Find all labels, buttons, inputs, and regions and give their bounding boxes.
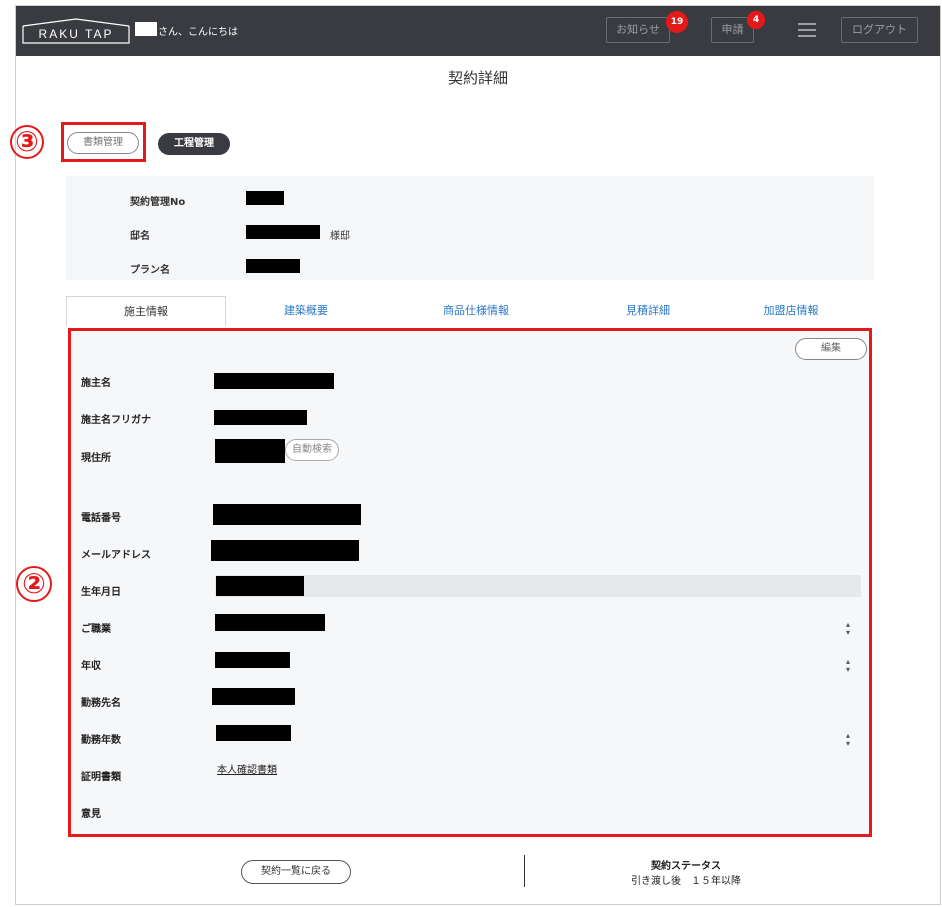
income-label: 年収 <box>81 661 101 672</box>
years-select-arrow-icon[interactable]: ▴ ▾ <box>846 732 850 748</box>
hamburger-menu-icon[interactable] <box>798 23 816 37</box>
contract-no-label: 契約管理No <box>130 197 186 208</box>
logout-button[interactable]: ログアウト <box>841 17 918 43</box>
owner-name-redacted <box>214 373 334 389</box>
annotation-box-3 <box>61 122 146 162</box>
auto-search-button[interactable]: 自動検索 <box>285 439 339 461</box>
phone-redacted <box>213 504 361 525</box>
occupation-redacted <box>215 614 325 631</box>
years-employed-redacted <box>216 725 291 741</box>
opinion-label: 意見 <box>81 809 101 820</box>
owner-kana-label: 施主名フリガナ <box>81 415 151 426</box>
income-select-arrow-icon[interactable]: ▴ ▾ <box>846 658 850 674</box>
occupation-label: ご職業 <box>81 624 111 635</box>
birthday-label: 生年月日 <box>81 587 121 598</box>
logout-label: ログアウト <box>852 23 907 36</box>
process-management-button[interactable]: 工程管理 <box>158 133 230 155</box>
tab-owner-info[interactable]: 施主情報 <box>66 296 226 326</box>
identity-docs-link[interactable]: 本人確認書類 <box>217 761 277 776</box>
employer-label: 勤務先名 <box>81 698 121 709</box>
proof-docs-label: 証明書類 <box>81 772 121 783</box>
occupation-select-arrow-icon[interactable]: ▴ ▾ <box>846 621 850 637</box>
annotation-number-2: ② <box>22 567 46 600</box>
page-title: 契約詳細 <box>447 69 508 87</box>
birthday-redacted <box>216 576 304 596</box>
years-employed-label: 勤務年数 <box>81 735 121 746</box>
house-name-suffix: 様邸 <box>330 231 350 242</box>
contract-status-title: 契約ステータス <box>651 861 721 872</box>
plan-name-label: プラン名 <box>130 265 170 276</box>
greeting-text: さん、こんにちは <box>158 27 238 38</box>
birthday-input[interactable] <box>215 575 861 597</box>
plan-name-redacted <box>246 259 300 273</box>
notice-button[interactable]: お知らせ <box>606 17 670 43</box>
email-label: メールアドレス <box>81 550 151 561</box>
email-redacted <box>211 540 359 561</box>
user-name-redacted <box>135 22 157 36</box>
owner-kana-redacted <box>214 410 307 425</box>
request-label: 申請 <box>721 23 744 36</box>
tab-product-spec[interactable]: 商品仕様情報 <box>406 296 546 326</box>
notice-count-badge: 19 <box>666 11 688 33</box>
house-name-label: 邸名 <box>130 231 150 242</box>
logo-text: RAKU TAP <box>38 27 114 41</box>
house-name-redacted <box>246 225 320 239</box>
income-redacted <box>215 652 290 668</box>
contract-no-redacted <box>246 191 284 205</box>
tab-estimate-detail[interactable]: 見積詳細 <box>578 296 718 326</box>
back-to-list-button[interactable]: 契約一覧に戻る <box>241 860 351 884</box>
owner-info-panel: 編集 施主名 施主名フリガナ 現住所 自動検索 電話番号 メールアドレス 生年月… <box>68 328 872 837</box>
edit-button[interactable]: 編集 <box>795 338 867 360</box>
annotation-number-3: ③ <box>15 125 39 158</box>
raku-tap-logo[interactable]: RAKU TAP <box>22 18 130 44</box>
tab-building-overview[interactable]: 建築概要 <box>236 296 376 326</box>
detail-tabs: 施主情報 建築概要 商品仕様情報 見積詳細 加盟店情報 <box>66 296 874 326</box>
footer-divider <box>524 855 525 887</box>
contract-summary: 契約管理No 邸名 様邸 プラン名 <box>66 176 874 280</box>
address-redacted <box>215 439 285 463</box>
notice-label: お知らせ <box>616 23 660 36</box>
top-header: RAKU TAP さん、こんにちは お知らせ 19 申請 4 ログアウト <box>16 6 940 56</box>
address-label: 現住所 <box>81 453 111 464</box>
contract-status-value: 引き渡し後 １５年以降 <box>631 876 741 887</box>
phone-label: 電話番号 <box>81 513 121 524</box>
app-frame: RAKU TAP さん、こんにちは お知らせ 19 申請 4 ログアウト 契約詳… <box>10 5 941 905</box>
tab-member-store[interactable]: 加盟店情報 <box>721 296 861 326</box>
owner-name-label: 施主名 <box>81 378 111 389</box>
employer-redacted <box>212 688 295 705</box>
request-count-badge: 4 <box>747 11 765 29</box>
